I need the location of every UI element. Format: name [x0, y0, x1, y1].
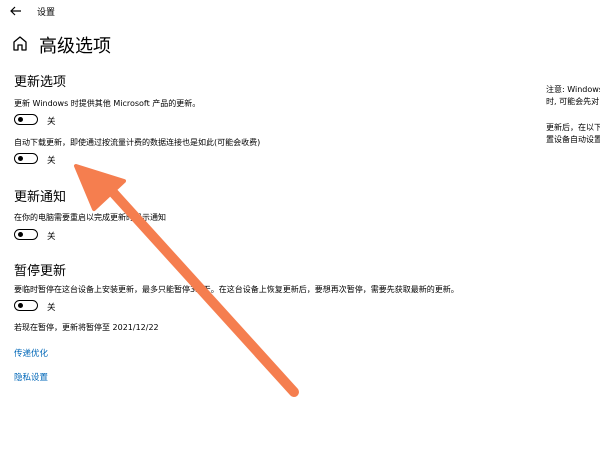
- annotation-arrow: [74, 164, 299, 397]
- toggle-knob: [18, 156, 23, 161]
- pause-updates-description: 要临时暂停在这台设备上安装更新，最多只能暂停35 天。在这台设备上恢复更新后，要…: [14, 285, 459, 294]
- back-arrow-icon: [10, 6, 21, 16]
- restart-notify-toggle[interactable]: [14, 229, 38, 240]
- delivery-optimization-link[interactable]: 传递优化: [14, 347, 48, 359]
- toggle-knob: [18, 303, 23, 308]
- back-button[interactable]: [8, 3, 24, 19]
- home-icon: [13, 36, 27, 51]
- pause-until-text: 若现在暂停，更新将暂停至 2021/12/22: [14, 323, 159, 332]
- toggle-knob: [18, 117, 23, 122]
- restart-notify-toggle-label: 关: [47, 232, 56, 242]
- home-button[interactable]: [8, 31, 32, 55]
- side-note-line1: 注意: Windows: [546, 85, 600, 94]
- app-title: 设置: [37, 8, 56, 18]
- ms-products-toggle[interactable]: [14, 114, 38, 125]
- ms-products-toggle-label: 关: [47, 117, 56, 127]
- metered-download-description: 自动下载更新，即使通过按流量计费的数据连接也是如此(可能会收费): [14, 138, 261, 147]
- side-after-line1: 更新后，在以下: [546, 123, 600, 132]
- page-title: 高级选项: [39, 36, 111, 57]
- update-options-heading: 更新选项: [14, 75, 67, 90]
- pause-updates-toggle-label: 关: [47, 303, 56, 313]
- pause-updates-heading: 暂停更新: [14, 264, 67, 279]
- pause-updates-toggle[interactable]: [14, 300, 38, 311]
- toggle-knob: [18, 232, 23, 237]
- restart-notify-description: 在你的电脑需要重启以完成更新时显示通知: [14, 213, 166, 222]
- side-after-line2: 置设备自动设置: [546, 135, 600, 144]
- metered-download-toggle[interactable]: [14, 153, 38, 164]
- update-notifications-heading: 更新通知: [14, 190, 67, 205]
- metered-download-toggle-label: 关: [47, 156, 56, 166]
- privacy-settings-link[interactable]: 隐私设置: [14, 371, 48, 383]
- side-note-line2: 时, 可能会先对: [546, 97, 600, 106]
- title-bar: 设置: [0, 0, 600, 22]
- ms-products-description: 更新 Windows 时提供其他 Microsoft 产品的更新。: [14, 99, 201, 108]
